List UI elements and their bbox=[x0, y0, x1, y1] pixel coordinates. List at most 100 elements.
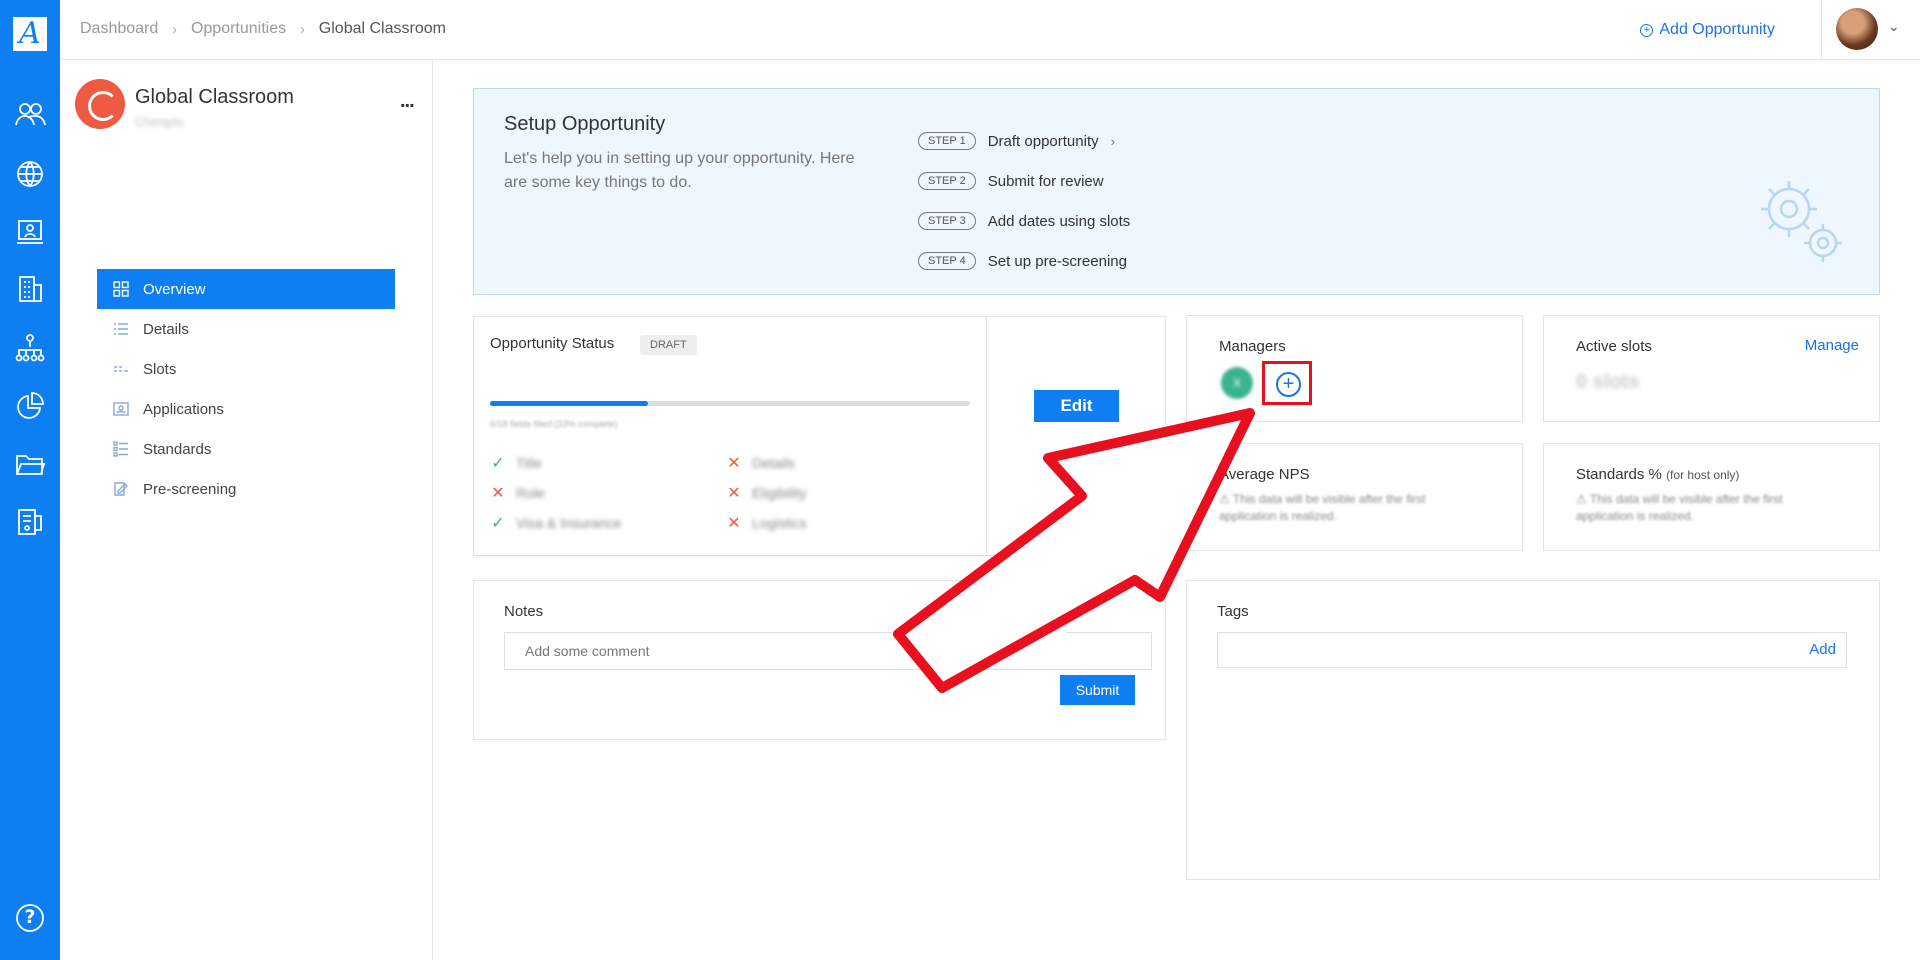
top-bar: Dashboard › Opportunities › Global Class… bbox=[60, 0, 1920, 60]
cross-icon: ✕ bbox=[727, 515, 741, 532]
edit-button[interactable]: Edit bbox=[1034, 390, 1119, 422]
setup-step[interactable]: STEP 3 Add dates using slots bbox=[918, 201, 1130, 241]
add-tag-button[interactable]: Add bbox=[1809, 641, 1836, 658]
standards-title-note: (for host only) bbox=[1666, 468, 1740, 482]
field-label: Role bbox=[516, 485, 545, 501]
manager-avatar[interactable]: X bbox=[1221, 367, 1253, 399]
managers-card: Managers X + bbox=[1186, 315, 1523, 422]
nav-item-label: Overview bbox=[143, 280, 206, 298]
cross-icon: ✕ bbox=[491, 485, 505, 502]
field-item: ✓ Visa & Insurance bbox=[490, 513, 726, 533]
add-manager-button[interactable]: + bbox=[1276, 372, 1301, 397]
help-label: ? bbox=[24, 906, 36, 928]
help-icon[interactable]: ? bbox=[14, 902, 46, 934]
checklist-icon bbox=[113, 441, 129, 457]
edit-icon bbox=[113, 481, 129, 497]
progress-text: 6/18 fields filled (33% complete) bbox=[490, 419, 618, 429]
opportunity-status-card: Opportunity Status DRAFT 6/18 fields fil… bbox=[473, 316, 1166, 556]
setup-step[interactable]: STEP 1 Draft opportunity › bbox=[918, 121, 1130, 161]
opportunity-subtitle: Chengdu bbox=[135, 115, 184, 129]
folder-icon[interactable] bbox=[14, 448, 46, 480]
globe-icon[interactable] bbox=[14, 158, 46, 190]
list-icon bbox=[113, 321, 129, 337]
notes-input[interactable]: Add some comment bbox=[504, 632, 1152, 670]
left-rail: A ? bbox=[0, 0, 60, 960]
nav-item-pre-screening[interactable]: Pre-screening bbox=[97, 469, 395, 509]
nav-item-label: Applications bbox=[143, 400, 224, 418]
managers-title: Managers bbox=[1219, 338, 1286, 355]
step-label: Add dates using slots bbox=[987, 212, 1131, 230]
active-slots-card: Active slots Manage 0 slots bbox=[1543, 315, 1880, 422]
field-item: ✕ Role bbox=[490, 483, 726, 503]
setup-step[interactable]: STEP 2 Submit for review bbox=[918, 161, 1130, 201]
organization-logo bbox=[75, 79, 125, 129]
nav-item-slots[interactable]: Slots bbox=[97, 349, 395, 389]
opportunity-nav: Overview Details Slots Applications Stan… bbox=[97, 269, 395, 509]
cross-icon: ✕ bbox=[727, 485, 741, 502]
field-label: Logistics bbox=[752, 515, 807, 531]
field-item: ✕ Details bbox=[726, 453, 926, 473]
nav-item-label: Details bbox=[143, 320, 189, 338]
field-label: Visa & Insurance bbox=[516, 515, 622, 531]
grid-icon bbox=[113, 281, 129, 297]
slots-icon bbox=[113, 361, 129, 377]
active-slots-title: Active slots bbox=[1576, 338, 1652, 355]
pie-chart-icon[interactable] bbox=[14, 390, 46, 422]
status-details: Opportunity Status DRAFT 6/18 fields fil… bbox=[474, 317, 987, 555]
setup-step[interactable]: STEP 4 Set up pre-screening bbox=[918, 241, 1130, 281]
submit-button[interactable]: Submit bbox=[1060, 675, 1135, 705]
step-badge: STEP 2 bbox=[918, 172, 976, 190]
add-opportunity-button[interactable]: + Add Opportunity bbox=[1640, 21, 1775, 39]
breadcrumb-opportunities[interactable]: Opportunities bbox=[191, 20, 286, 38]
app-logo[interactable]: A bbox=[13, 17, 47, 51]
setup-opportunity-banner: Setup Opportunity Let's help you in sett… bbox=[473, 88, 1880, 295]
field-checklist: ✓ Title ✕ Details ✕ Role ✕ Eligibility ✓ Visa… bbox=[490, 453, 926, 533]
field-label: Eligibility bbox=[752, 485, 807, 501]
org-chart-icon[interactable] bbox=[14, 332, 46, 364]
progress-fill bbox=[490, 401, 649, 406]
progress-bar bbox=[490, 401, 970, 406]
users-icon[interactable] bbox=[14, 98, 46, 130]
nps-title: Average NPS bbox=[1219, 466, 1310, 483]
status-title: Opportunity Status bbox=[490, 335, 615, 352]
document-icon[interactable] bbox=[14, 506, 46, 538]
nav-item-overview[interactable]: Overview bbox=[97, 269, 395, 309]
field-item: ✕ Logistics bbox=[726, 513, 926, 533]
chevron-down-icon[interactable]: ⌄ bbox=[1888, 18, 1900, 35]
step-badge: STEP 1 bbox=[918, 132, 976, 150]
chevron-right-icon: › bbox=[1110, 133, 1115, 149]
standards-card: Standards % (for host only) ⚠ This data … bbox=[1543, 443, 1880, 551]
tags-card: Tags Add bbox=[1186, 580, 1880, 880]
gears-icon bbox=[1751, 171, 1851, 271]
check-icon: ✓ bbox=[491, 515, 505, 532]
nav-item-standards[interactable]: Standards bbox=[97, 429, 395, 469]
standards-title: Standards % (for host only) bbox=[1576, 466, 1739, 483]
step-label: Draft opportunity bbox=[987, 132, 1099, 150]
tags-input[interactable]: Add bbox=[1217, 632, 1847, 668]
presentation-icon[interactable] bbox=[14, 215, 46, 247]
step-label: Set up pre-screening bbox=[987, 252, 1127, 270]
avatar[interactable] bbox=[1836, 8, 1878, 50]
step-badge: STEP 4 bbox=[918, 252, 976, 270]
setup-steps: STEP 1 Draft opportunity › STEP 2 Submit… bbox=[918, 121, 1130, 281]
step-label: Submit for review bbox=[987, 172, 1104, 190]
nav-item-label: Slots bbox=[143, 360, 177, 378]
user-menu[interactable]: ⌄ bbox=[1821, 0, 1920, 60]
standards-title-text: Standards % bbox=[1576, 466, 1662, 483]
field-item: ✓ Title bbox=[490, 453, 726, 473]
nav-item-label: Standards bbox=[143, 440, 212, 458]
manage-slots-link[interactable]: Manage bbox=[1805, 337, 1859, 354]
field-item: ✕ Eligibility bbox=[726, 483, 926, 503]
nav-item-details[interactable]: Details bbox=[97, 309, 395, 349]
setup-description: Let's help you in setting up your opport… bbox=[504, 150, 855, 191]
opportunity-title: Global Classroom bbox=[135, 86, 294, 108]
step-badge: STEP 3 bbox=[918, 212, 976, 230]
breadcrumb-dashboard[interactable]: Dashboard bbox=[80, 20, 158, 38]
add-manager-highlight: + bbox=[1262, 361, 1312, 405]
more-options-icon[interactable]: ... bbox=[400, 90, 415, 113]
nav-item-applications[interactable]: Applications bbox=[97, 389, 395, 429]
building-icon[interactable] bbox=[14, 273, 46, 305]
active-slots-value: 0 slots bbox=[1576, 371, 1640, 393]
notes-card: Notes Add some comment Submit bbox=[473, 580, 1166, 740]
notes-title: Notes bbox=[504, 603, 544, 620]
